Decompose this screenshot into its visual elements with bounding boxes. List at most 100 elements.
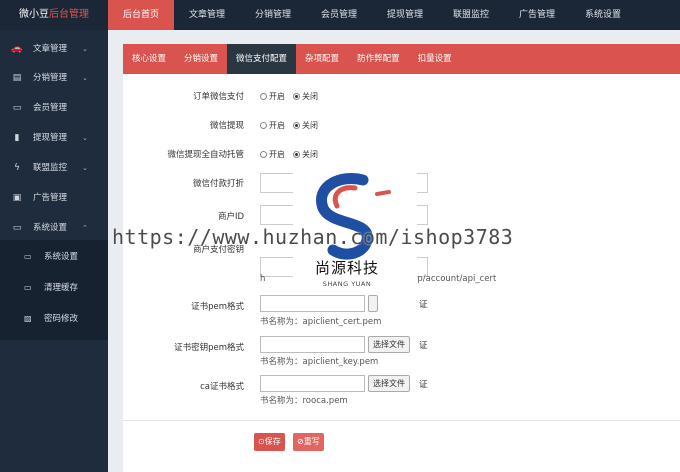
cert-pem-choose-button[interactable] [368, 295, 378, 312]
radio-off-option[interactable]: 关闭 [293, 92, 318, 101]
tab-wechat-pay[interactable]: 微信支付配置 [227, 44, 297, 74]
file-icon: ▤ [12, 73, 22, 83]
form-divider [123, 420, 680, 421]
order-pay-label: 订单微信支付 [192, 92, 244, 102]
radio-label: 关闭 [302, 121, 318, 130]
watermark-url: https://www.huzhan.com/ishop3783 [112, 225, 514, 249]
chevron-down-icon: ⌄ [82, 134, 88, 142]
sidebar-item-settings[interactable]: ▭ 系统设置 ⌃ [0, 214, 108, 242]
topnav-articles[interactable]: 文章管理 [174, 0, 240, 30]
radio-label: 开启 [269, 150, 285, 159]
laptop-icon: ▭ [24, 252, 32, 261]
sidebar-item-label: 会员管理 [33, 103, 68, 113]
ca-cert-label: ca证书格式 [200, 382, 244, 392]
radio-button[interactable] [260, 93, 267, 100]
cert-key-trail: 证 [419, 341, 428, 351]
topnav-settings[interactable]: 系统设置 [570, 0, 636, 30]
tab-misc[interactable]: 杂项配置 [296, 44, 348, 74]
save-button[interactable]: ⊙保存 [254, 433, 285, 451]
radio-button-selected[interactable] [293, 122, 300, 129]
sidebar-subitem-clear-cache[interactable]: ▭ 清理缓存 [0, 274, 108, 302]
sidebar-item-label: 提现管理 [33, 133, 68, 143]
chevron-up-icon: ⌃ [82, 224, 88, 232]
sidebar-subitem-label: 系统设置 [44, 252, 79, 262]
bar-chart-icon: ▮ [14, 133, 20, 143]
chevron-down-icon: ⌄ [82, 45, 88, 53]
tab-distribution[interactable]: 分销设置 [175, 44, 227, 74]
order-pay-radios: 开启 关闭 [260, 91, 318, 102]
auto-withdraw-radios: 开启 关闭 [260, 149, 318, 160]
brand-logo: 微小豆后台管理 [0, 0, 108, 30]
sidebar-item-articles[interactable]: 🚗 文章管理 ⌄ [0, 35, 108, 63]
top-bar: 微小豆后台管理 后台首页 文章管理 分销管理 会员管理 提现管理 联盟监控 广告… [0, 0, 680, 30]
withdraw-radios: 开启 关闭 [260, 120, 318, 131]
radio-button-selected[interactable] [293, 151, 300, 158]
radio-off-option[interactable]: 关闭 [293, 121, 318, 130]
sidebar-item-label: 系统设置 [33, 223, 68, 233]
tab-anti-cheat[interactable]: 防作弊配置 [348, 44, 409, 74]
radio-on-option[interactable]: 开启 [260, 150, 285, 159]
sidebar-subitem-password[interactable]: ▨ 密码修改 [0, 305, 108, 333]
cert-key-hint: 书名称为：apiclient_key.pem [260, 357, 379, 367]
radio-button[interactable] [260, 151, 267, 158]
sidebar-submenu: ▭ 系统设置 ▭ 清理缓存 ▨ 密码修改 [0, 240, 108, 340]
withdraw-label: 微信提现 [209, 121, 244, 131]
ca-cert-trail: 证 [419, 380, 428, 390]
cert-pem-file-input[interactable] [260, 295, 365, 312]
topnav-ads[interactable]: 广告管理 [504, 0, 570, 30]
brand-name: 微小豆 [19, 9, 49, 20]
ca-cert-file-input[interactable] [260, 375, 365, 392]
radio-off-option[interactable]: 关闭 [293, 150, 318, 159]
top-nav: 后台首页 文章管理 分销管理 会员管理 提现管理 联盟监控 广告管理 系统设置 [108, 0, 636, 30]
watermark-sub: SHANG YUAN [322, 280, 372, 288]
cert-key-file-input[interactable] [260, 336, 365, 353]
sidebar-item-withdraw[interactable]: ▮ 提现管理 ⌄ [0, 124, 108, 152]
sidebar-item-members[interactable]: ▭ 会员管理 [0, 94, 108, 122]
topnav-distribution[interactable]: 分销管理 [240, 0, 306, 30]
cert-key-choose-button[interactable]: 选择文件 [368, 336, 410, 353]
radio-on-option[interactable]: 开启 [260, 92, 285, 101]
card-icon: ▭ [12, 103, 22, 113]
image-icon: ▨ [24, 314, 32, 323]
sidebar-item-ads[interactable]: ▣ 广告管理 [0, 184, 108, 212]
radio-label: 关闭 [302, 92, 318, 101]
topnav-home[interactable]: 后台首页 [108, 0, 174, 30]
sidebar-subitem-system[interactable]: ▭ 系统设置 [0, 243, 108, 271]
bolt-icon: ϟ [14, 163, 20, 173]
topnav-alliance[interactable]: 联盟监控 [438, 0, 504, 30]
cert-url-hint: hp/account/api_cert [412, 274, 497, 284]
ca-cert-choose-button[interactable]: 选择文件 [368, 375, 410, 392]
watermark-brand: 尚源科技 [314, 259, 379, 277]
briefcase-icon: ▣ [12, 193, 22, 203]
reset-button[interactable]: ⊘重写 [293, 433, 324, 451]
sidebar-subitem-label: 清理缓存 [44, 283, 79, 293]
sidebar-item-label: 广告管理 [33, 193, 68, 203]
sidebar-item-alliance[interactable]: ϟ 联盟监控 ⌄ [0, 154, 108, 182]
radio-label: 关闭 [302, 150, 318, 159]
chevron-down-icon: ⌄ [82, 164, 88, 172]
sidebar-subitem-label: 密码修改 [44, 314, 79, 324]
sidebar-item-label: 文章管理 [33, 44, 68, 54]
settings-tabs: 核心设置 分销设置 微信支付配置 杂项配置 防作弊配置 扣量设置 [123, 44, 680, 74]
tab-deduction[interactable]: 扣量设置 [409, 44, 461, 74]
brand-suffix: 后台管理 [49, 9, 89, 20]
discount-label: 微信付款打折 [192, 179, 244, 189]
radio-button-selected[interactable] [293, 93, 300, 100]
radio-label: 开启 [269, 92, 285, 101]
cert-pem-trail: 证 [419, 300, 428, 310]
ca-cert-hint: 书名称为：rooca.pem [260, 396, 348, 406]
sidebar: 🚗 文章管理 ⌄ ▤ 分销管理 ⌄ ▭ 会员管理 ▮ 提现管理 ⌄ ϟ 联盟监控 ⌄ ▣ 广告管理 … [0, 30, 108, 472]
merchant-id-label: 商户ID [217, 212, 244, 222]
tab-core[interactable]: 核心设置 [123, 44, 175, 74]
laptop-icon: ▭ [24, 283, 32, 292]
sidebar-item-distribution[interactable]: ▤ 分销管理 ⌄ [0, 64, 108, 92]
radio-on-option[interactable]: 开启 [260, 121, 285, 130]
cert-pem-hint: 书名称为：apiclient_cert.pem [260, 317, 382, 327]
chevron-down-icon: ⌄ [82, 74, 88, 82]
topnav-withdraw[interactable]: 提现管理 [372, 0, 438, 30]
radio-button[interactable] [260, 122, 267, 129]
topnav-members[interactable]: 会员管理 [306, 0, 372, 30]
cert-pem-label: 证书pem格式 [191, 302, 244, 312]
laptop-icon: ▭ [12, 223, 22, 233]
sidebar-item-label: 联盟监控 [33, 163, 68, 173]
